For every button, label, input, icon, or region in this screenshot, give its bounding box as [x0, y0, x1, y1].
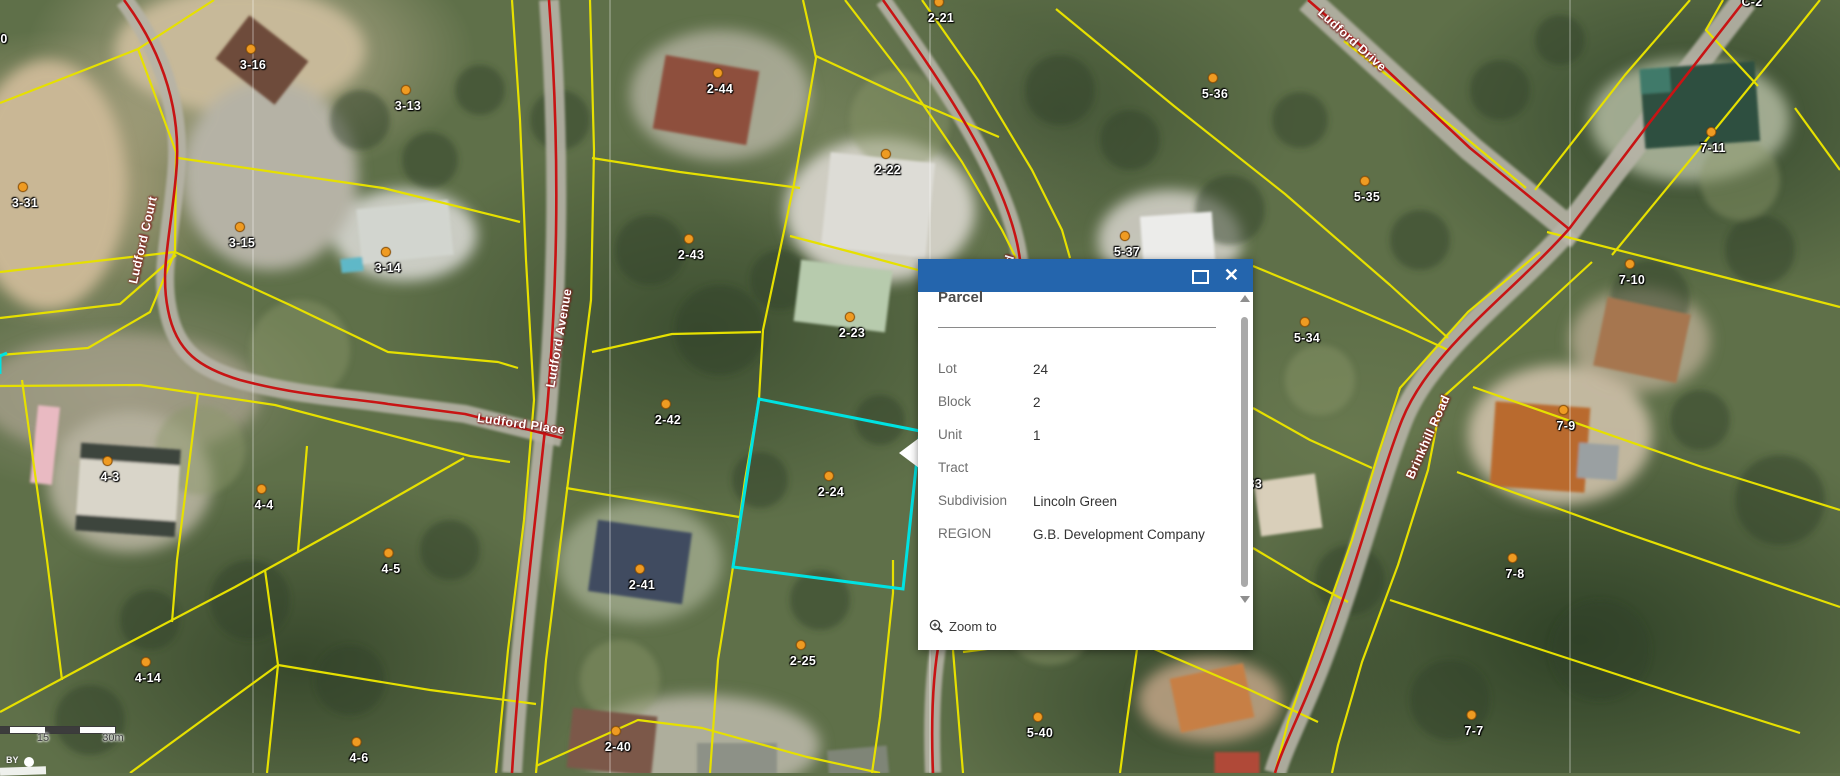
parcel-label-text: 2-41	[629, 578, 655, 592]
parcel-label-text: 5-36	[1202, 87, 1228, 101]
parcel-label-text: 2-24	[818, 485, 844, 499]
parcel-label-3-14[interactable]: 3-14	[375, 259, 401, 277]
scale-bar	[0, 726, 116, 734]
parcel-label-text: 4-14	[135, 671, 161, 685]
parcel-label-2-44[interactable]: 2-44	[707, 80, 733, 98]
parcel-label-text: 7-10	[1619, 273, 1645, 287]
parcel-label-text: 5-37	[1114, 245, 1140, 259]
popup-title: Parcel	[938, 289, 983, 306]
parcel-label-3-15[interactable]: 3-15	[229, 234, 255, 252]
parcel-label-4-6[interactable]: 4-6	[350, 749, 369, 767]
parcel-label-5-40[interactable]: 5-40	[1027, 724, 1053, 742]
popup-scrollbar[interactable]	[1238, 293, 1251, 613]
parcel-label-5-34[interactable]: 5-34	[1294, 329, 1320, 347]
parcel-label-text: 4-5	[382, 562, 401, 576]
attribution-fragment	[0, 766, 46, 776]
parcel-label-0[interactable]: 0	[0, 30, 7, 48]
field-label: Unit	[938, 425, 962, 445]
parcel-label-3-13[interactable]: 3-13	[395, 97, 421, 115]
field-value: G.B. Development Company	[1033, 524, 1228, 545]
parcel-label-4-4[interactable]: 4-4	[255, 496, 274, 514]
parcel-label-text: 3-14	[375, 261, 401, 275]
parcel-label-2-22[interactable]: 2-22	[875, 161, 901, 179]
scale-label: 30m	[102, 732, 123, 744]
parcel-label-text: 7-11	[1700, 141, 1726, 155]
field-label: Block	[938, 392, 971, 412]
parcel-label-text: 4-4	[255, 498, 274, 512]
popup-title-divider	[938, 327, 1216, 328]
parcel-label-4-14[interactable]: 4-14	[135, 669, 161, 687]
parcel-label-text: 3-16	[240, 58, 266, 72]
parcel-label-2-41[interactable]: 2-41	[629, 576, 655, 594]
parcel-label-2-40[interactable]: 2-40	[605, 738, 631, 756]
parcel-label-3-16[interactable]: 3-16	[240, 56, 266, 74]
parcel-label-4-5[interactable]: 4-5	[382, 560, 401, 578]
parcel-popup: ✕ Parcel Lot 24 Block 2 Unit 1 Tract Subdivisio…	[918, 259, 1253, 650]
scrollbar-thumb[interactable]	[1241, 317, 1248, 587]
parcel-label-text: 2-40	[605, 740, 631, 754]
parcel-label-2-24[interactable]: 2-24	[818, 483, 844, 501]
parcel-label-text: 2-44	[707, 82, 733, 96]
parcel-label-text: 5-34	[1294, 331, 1320, 345]
parcel-label-text: 2-25	[790, 654, 816, 668]
parcel-marker-icon	[1706, 127, 1716, 137]
parcel-label-2-43[interactable]: 2-43	[678, 246, 704, 264]
parcel-label-7-10[interactable]: 7-10	[1619, 271, 1645, 289]
parcel-label-text: 0	[0, 32, 7, 46]
parcel-label-7-9[interactable]: 7-9	[1557, 417, 1576, 435]
scale-label: 15	[37, 732, 49, 744]
parcel-label-text: 7-8	[1506, 567, 1525, 581]
parcel-label-text: 5-40	[1027, 726, 1053, 740]
zoom-to-button[interactable]: Zoom to	[929, 616, 997, 636]
parcel-label-2-42[interactable]: 2-42	[655, 411, 681, 429]
parcel-label-text: 2-23	[839, 326, 865, 340]
popup-pointer	[899, 438, 919, 468]
parcel-label-3-31[interactable]: 3-31	[12, 194, 38, 212]
parcel-label-2-21[interactable]: 2-21	[928, 9, 954, 27]
parcel-label-text: 3-13	[395, 99, 421, 113]
popup-header[interactable]: ✕	[918, 259, 1253, 292]
field-label: Lot	[938, 359, 957, 379]
parcel-label-text: 3-31	[12, 196, 38, 210]
field-label: Tract	[938, 458, 968, 478]
parcel-label-C-2[interactable]: C-2	[1741, 0, 1762, 11]
parcel-label-4-3[interactable]: 4-3	[101, 468, 120, 486]
parcel-label-text: 2-21	[928, 11, 954, 25]
field-label: Subdivision	[938, 491, 1007, 511]
field-value: 24	[1033, 359, 1228, 380]
parcel-label-text: 4-6	[350, 751, 369, 765]
parcel-label-text: 2-22	[875, 163, 901, 177]
parcel-label-text: 2-43	[678, 248, 704, 262]
magnifier-plus-icon	[929, 619, 944, 634]
field-value: Lincoln Green	[1033, 491, 1228, 512]
attribution-logo-icon	[24, 757, 34, 767]
field-value: 2	[1033, 392, 1228, 413]
close-icon[interactable]: ✕	[1224, 263, 1239, 287]
parcel-label-text: C-2	[1741, 0, 1762, 9]
parcel-label-5-35[interactable]: 5-35	[1354, 188, 1380, 206]
parcel-label-7-11[interactable]: 7-11	[1700, 139, 1726, 157]
scroll-up-icon[interactable]	[1240, 295, 1250, 302]
parcel-label-text: 7-7	[1465, 724, 1484, 738]
parcel-label-text: 3-15	[229, 236, 255, 250]
parcel-label-5-36[interactable]: 5-36	[1202, 85, 1228, 103]
parcel-label-text: 4-3	[101, 470, 120, 484]
parcel-label-text: 7-9	[1557, 419, 1576, 433]
parcel-label-7-7[interactable]: 7-7	[1465, 722, 1484, 740]
parcel-label-7-8[interactable]: 7-8	[1506, 565, 1525, 583]
maximize-icon[interactable]	[1192, 270, 1209, 284]
parcel-label-text: 5-35	[1354, 190, 1380, 204]
field-value: 1	[1033, 425, 1228, 446]
parcel-label-2-25[interactable]: 2-25	[790, 652, 816, 670]
parcel-label-text: 2-42	[655, 413, 681, 427]
parcel-label-2-23[interactable]: 2-23	[839, 324, 865, 342]
scroll-down-icon[interactable]	[1240, 596, 1250, 603]
zoom-to-label: Zoom to	[949, 619, 997, 634]
field-label: REGION	[938, 524, 991, 544]
attribution-text: BY	[6, 755, 19, 765]
